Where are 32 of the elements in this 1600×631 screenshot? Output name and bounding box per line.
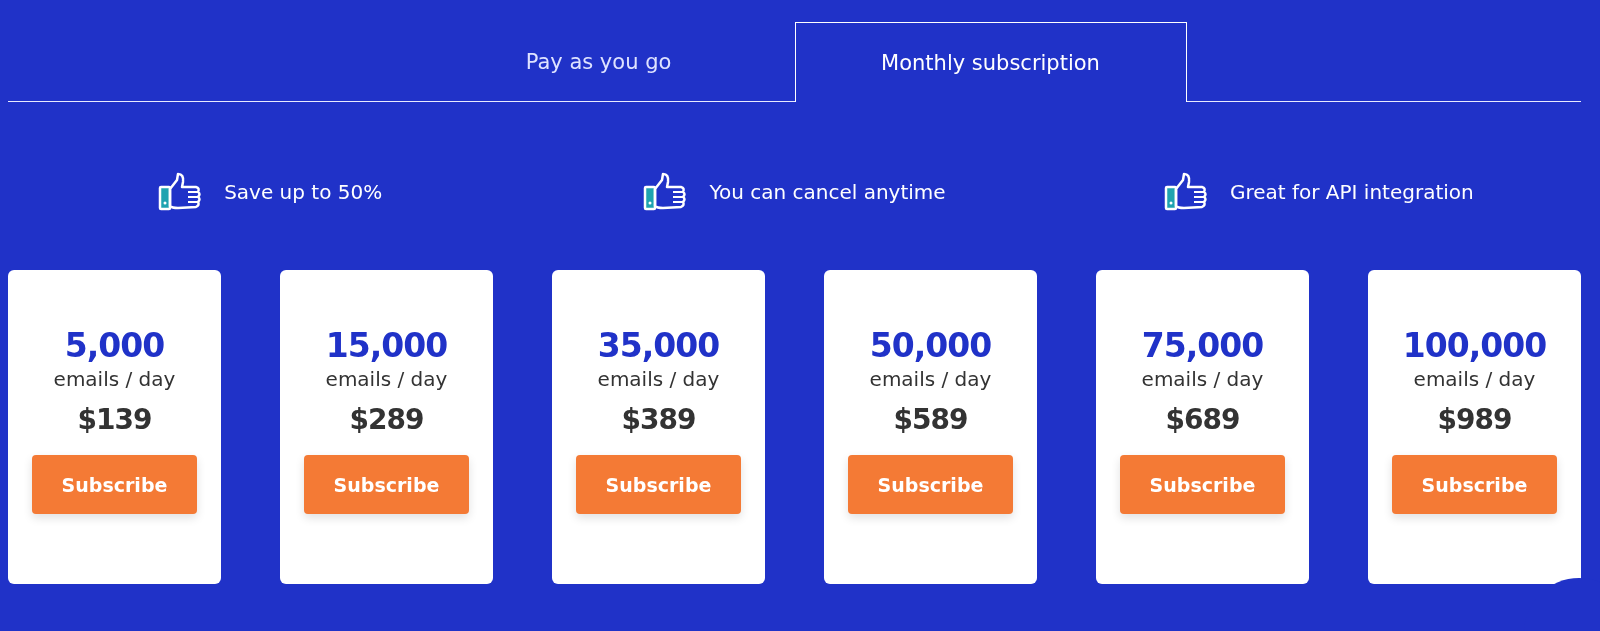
plan-price: $989: [1437, 402, 1512, 438]
feature-text: Great for API integration: [1229, 180, 1474, 204]
thumbs-up-icon: [643, 172, 688, 212]
subscribe-button[interactable]: Subscribe: [576, 455, 741, 514]
tab[interactable]: Pay as you go: [402, 22, 795, 101]
volume-unit: emails / day: [1141, 366, 1264, 392]
plan-price: $589: [893, 402, 968, 438]
email-volume: 100,000: [1402, 326, 1547, 366]
feature-text: Save up to 50%: [224, 180, 383, 204]
thumbs-up-icon: [1163, 172, 1208, 212]
tab[interactable]: Monthly subscription: [794, 22, 1187, 102]
subscribe-button[interactable]: Subscribe: [304, 455, 469, 514]
feature-text: You can cancel anytime: [709, 180, 946, 204]
email-volume: 35,000: [597, 326, 720, 366]
email-volume: 50,000: [869, 326, 992, 366]
email-volume: 75,000: [1141, 326, 1264, 366]
volume-unit: emails / day: [325, 366, 448, 392]
volume-unit: emails / day: [597, 366, 720, 392]
plan-price: $289: [349, 402, 424, 438]
subscribe-button[interactable]: Subscribe: [1120, 455, 1285, 514]
email-volume: 5,000: [64, 326, 165, 366]
email-volume: 15,000: [325, 326, 448, 366]
volume-unit: emails / day: [1413, 366, 1536, 392]
volume-unit: emails / day: [53, 366, 176, 392]
subscribe-button[interactable]: Subscribe: [32, 455, 197, 514]
plan-price: $689: [1165, 402, 1240, 438]
subscribe-button[interactable]: Subscribe: [848, 455, 1013, 514]
volume-unit: emails / day: [869, 366, 992, 392]
plan-price: $389: [621, 402, 696, 438]
plan-price: $139: [77, 402, 152, 438]
subscribe-button[interactable]: Subscribe: [1392, 455, 1557, 514]
thumbs-up-icon: [158, 172, 203, 212]
